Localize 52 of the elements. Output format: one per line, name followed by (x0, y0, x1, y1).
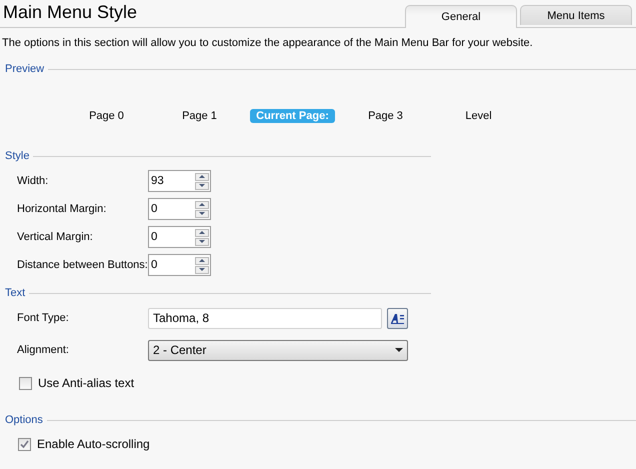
up-arrow-icon (199, 231, 205, 234)
number-field[interactable]: 93 (150, 175, 194, 187)
section-heading: Preview (5, 63, 44, 75)
field-label: Font Type: (17, 312, 70, 324)
spin-box[interactable]: 93 (148, 170, 211, 192)
font-button[interactable] (387, 308, 408, 328)
tab[interactable]: General (405, 5, 517, 28)
checkbox[interactable] (19, 376, 32, 390)
field-label: Alignment: (17, 344, 70, 356)
field-label: Width: (17, 175, 50, 187)
description: The options in this section will allow you to customize the appearance of the Main Menu Bar for your website. (1, 36, 534, 51)
decrement-button[interactable] (195, 182, 209, 190)
section-heading: Text (5, 287, 26, 299)
down-arrow-icon (199, 268, 205, 271)
field-label: Distance between Buttons: (17, 259, 148, 271)
up-arrow-icon (199, 175, 205, 178)
spin-box[interactable]: 0 (148, 198, 211, 220)
menu-preview-item: Page 0 (88, 109, 125, 123)
increment-button[interactable] (195, 200, 209, 208)
increment-button[interactable] (195, 256, 209, 264)
decrement-button[interactable] (195, 210, 209, 218)
menu-preview-item: Page 3 (367, 109, 404, 123)
decrement-button[interactable] (195, 238, 209, 246)
down-arrow-icon (199, 212, 205, 215)
field-label: Horizontal Margin: (17, 203, 108, 215)
increment-button[interactable] (195, 228, 209, 236)
checkbox[interactable] (18, 438, 31, 450)
alignment-dropdown[interactable]: 2 - Center (148, 340, 408, 360)
font-icon (390, 312, 405, 324)
number-field[interactable]: 0 (150, 231, 194, 243)
number-field[interactable]: 0 (150, 259, 194, 271)
section-heading: Style (5, 150, 30, 162)
font-field[interactable]: Tahoma, 8 (148, 308, 382, 328)
menu-preview-item: Current Page: (250, 109, 335, 123)
page-title: Main Menu Style (2, 1, 138, 24)
field-label: Vertical Margin: (17, 231, 94, 243)
down-arrow-icon (199, 240, 205, 243)
up-arrow-icon (199, 203, 205, 206)
checkbox-label: Enable Auto-scrolling (37, 437, 150, 451)
menu-preview-item: Page 1 (181, 109, 218, 123)
spin-box[interactable]: 0 (148, 254, 211, 276)
checkbox-label: Use Anti-alias text (38, 376, 134, 390)
up-arrow-icon (199, 259, 205, 262)
down-arrow-icon (199, 184, 205, 187)
menu-preview-item: Level (464, 109, 493, 123)
dropdown-arrow-icon (395, 348, 403, 352)
increment-button[interactable] (195, 172, 209, 180)
section-heading: Options (5, 414, 43, 426)
spin-box[interactable]: 0 (148, 226, 211, 248)
decrement-button[interactable] (195, 266, 209, 274)
number-field[interactable]: 0 (150, 203, 194, 215)
tab[interactable]: Menu Items (520, 5, 632, 25)
